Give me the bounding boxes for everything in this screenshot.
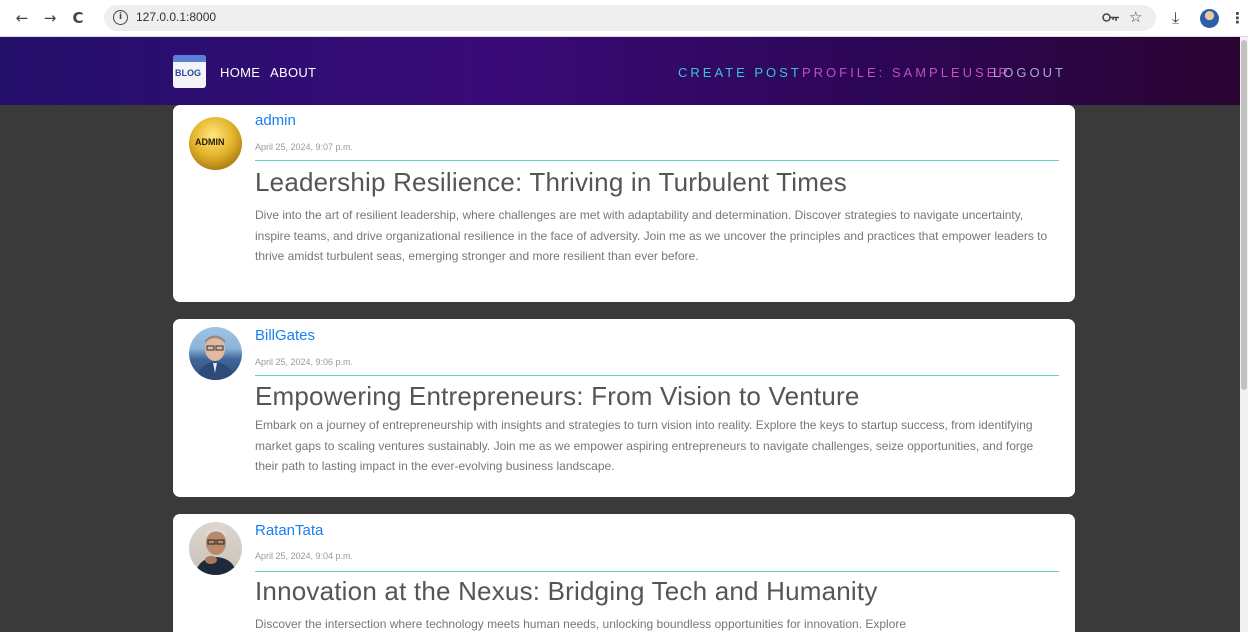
create-post-link[interactable]: CREATE POST [678,65,802,80]
browser-menu-icon[interactable]: ⋮ [1230,8,1245,28]
profile-avatar-icon[interactable] [1200,9,1219,28]
forward-arrow-icon[interactable]: → [40,8,60,28]
site-info-icon[interactable]: i [113,10,128,25]
url-text[interactable]: 127.0.0.1:8000 [136,10,216,24]
scrollbar-thumb[interactable] [1241,40,1247,390]
site-header: BLOG HOME ABOUT CREATE POST PROFILE: SAM… [0,37,1248,105]
post-author-link[interactable]: RatanTata [255,522,323,539]
logo-text: BLOG [175,68,201,78]
reload-icon[interactable]: C [68,8,88,28]
logo-bar [173,55,206,62]
post-date: April 25, 2024, 9:07 p.m. [255,142,354,152]
divider [255,375,1059,376]
blog-logo[interactable]: BLOG [173,55,206,88]
post-body: Dive into the art of resilient leadershi… [255,208,1048,263]
download-icon[interactable]: ⤓ [1172,8,1179,28]
divider [255,571,1059,572]
post-title-link[interactable]: Empowering Entrepreneurs: From Vision to… [255,381,860,412]
post-author-link[interactable]: admin [255,112,296,129]
address-bar[interactable]: i 127.0.0.1:8000 ☆ [104,5,1156,31]
post-body: Discover the intersection where technolo… [255,617,907,631]
post-card: ADMIN admin April 25, 2024, 9:07 p.m. Le… [173,105,1075,302]
admin-avatar-text: ADMIN [195,137,225,147]
post-body: Embark on a journey of entrepreneurship … [255,418,1034,473]
billgates-avatar[interactable] [189,327,242,380]
logout-link[interactable]: LOGOUT [993,65,1066,80]
nav-about-link[interactable]: ABOUT [270,65,316,80]
bookmark-star-icon[interactable]: ☆ [1129,7,1142,27]
back-arrow-icon[interactable]: ← [12,8,32,28]
divider [255,160,1059,161]
ratantata-photo-icon [195,529,237,575]
post-author-link[interactable]: BillGates [255,327,315,344]
profile-link[interactable]: PROFILE: SAMPLEUSER [802,65,1011,80]
admin-avatar[interactable]: ADMIN [189,117,242,170]
post-card: BillGates April 25, 2024, 9:06 p.m. Empo… [173,319,1075,497]
ratantata-avatar[interactable] [189,522,242,575]
post-date: April 25, 2024, 9:04 p.m. [255,551,354,561]
post-title-link[interactable]: Innovation at the Nexus: Bridging Tech a… [255,576,878,607]
billgates-photo-icon [197,335,234,380]
password-key-icon[interactable] [1102,12,1120,23]
post-card: RatanTata April 25, 2024, 9:04 p.m. Inno… [173,514,1075,632]
browser-toolbar: ← → C i 127.0.0.1:8000 ☆ ⤓ ⋮ [0,0,1248,37]
nav-home-link[interactable]: HOME [220,65,260,80]
post-date: April 25, 2024, 9:06 p.m. [255,357,354,367]
post-title-link[interactable]: Leadership Resilience: Thriving in Turbu… [255,167,847,198]
